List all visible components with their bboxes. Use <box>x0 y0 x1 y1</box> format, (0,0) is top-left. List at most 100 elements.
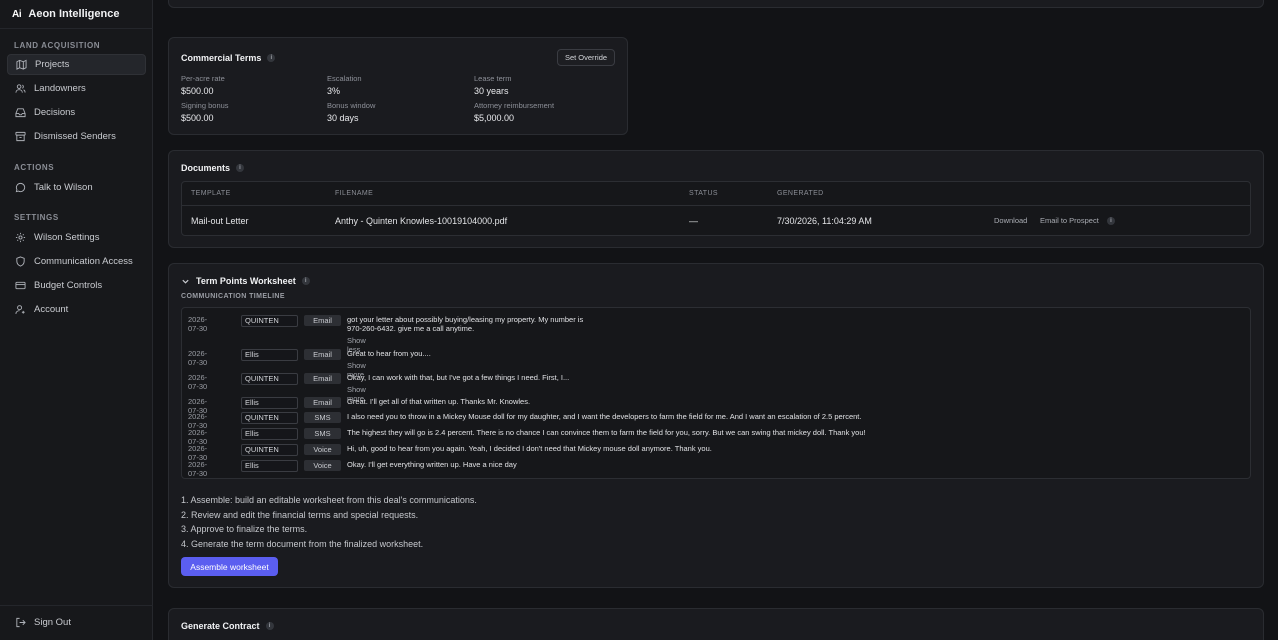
field-lease-term: Lease term 30 years <box>474 74 512 96</box>
gear-icon <box>15 232 26 243</box>
sidebar-item-landowners[interactable]: Landowners <box>7 78 146 99</box>
sidebar-item-label: Decisions <box>34 107 76 118</box>
field-label: Lease term <box>474 74 512 83</box>
entry-message-continued: 970-260-6432. give me a call anytime. <box>347 324 475 333</box>
info-icon[interactable]: i <box>267 54 276 62</box>
section-label-actions: ACTIONS <box>14 163 55 172</box>
sender-name-field[interactable]: QUINTEN <box>241 412 298 424</box>
section-label-land-acquisition: LAND ACQUISITION <box>14 41 101 50</box>
generate-contract-card <box>168 608 1264 640</box>
map-icon <box>16 59 27 70</box>
field-per-acre-rate: Per-acre rate $500.00 <box>181 74 225 96</box>
entry-date: 2026-07-30 <box>188 373 208 391</box>
card-title-text: Documents <box>181 163 231 173</box>
card-title-text: Generate Contract <box>181 621 260 631</box>
channel-badge: SMS <box>304 428 341 439</box>
channel-badge: Voice <box>304 444 341 455</box>
worksheet-title[interactable]: Term Points Worksheet i <box>181 276 310 286</box>
step-item: 1. Assemble: build an editable worksheet… <box>181 495 477 505</box>
channel-badge: Email <box>304 373 341 384</box>
step-item: 4. Generate the term document from the f… <box>181 538 424 549</box>
sign-out-icon <box>16 617 26 628</box>
credit-card-icon <box>15 281 26 290</box>
sender-name-field[interactable]: QUINTEN <box>241 315 298 327</box>
brand[interactable]: Ai Aeon Intelligence <box>12 6 119 22</box>
table-divider <box>181 205 1251 206</box>
entry-message: The highest they will go is 2.4 percent.… <box>347 428 866 437</box>
sender-name-field[interactable]: Ellis <box>241 460 298 472</box>
sidebar-item-wilson-settings[interactable]: Wilson Settings <box>7 227 146 248</box>
field-label: Signing bonus <box>181 101 229 110</box>
assemble-worksheet-button[interactable]: Assemble worksheet <box>181 557 278 576</box>
info-icon[interactable]: i <box>236 164 245 172</box>
sidebar-item-projects[interactable]: Projects <box>7 54 146 75</box>
field-value: 30 days <box>327 113 359 123</box>
brand-logo: Ai <box>12 8 22 20</box>
section-label-settings: SETTINGS <box>14 213 59 222</box>
channel-badge: Email <box>304 315 341 326</box>
sidebar-item-label: Projects <box>35 59 70 70</box>
sidebar-item-label: Account <box>34 304 69 315</box>
cell-filename[interactable]: Anthy - Quinten Knowles-10019104000.pdf <box>335 216 507 226</box>
field-signing-bonus: Signing bonus $500.00 <box>181 101 229 123</box>
cell-generated: 7/30/2026, 11:04:29 AM <box>777 216 872 226</box>
set-override-button[interactable]: Set Override <box>557 49 615 66</box>
user-gear-icon <box>15 305 25 314</box>
brand-name: Aeon Intelligence <box>28 8 120 20</box>
info-icon[interactable]: i <box>265 622 274 630</box>
info-icon[interactable]: i <box>1107 217 1115 225</box>
field-label: Bonus window <box>327 101 376 110</box>
field-value: $500.00 <box>181 86 214 96</box>
cell-status: — <box>689 216 698 226</box>
channel-badge: SMS <box>304 412 341 423</box>
card-title-text: Commercial Terms <box>181 53 262 63</box>
field-value: $500.00 <box>181 113 214 123</box>
sidebar-item-budget-controls[interactable]: Budget Controls <box>7 275 146 296</box>
info-icon[interactable]: i <box>301 277 310 285</box>
sidebar-item-communication-access[interactable]: Communication Access <box>7 251 146 272</box>
download-link[interactable]: Download <box>994 216 1027 225</box>
column-header-template[interactable]: TEMPLATE <box>191 190 231 197</box>
email-to-prospect-link[interactable]: Email to Prospect <box>1040 216 1099 225</box>
column-header-status[interactable]: STATUS <box>689 190 718 197</box>
entry-date: 2026-07-30 <box>188 315 208 333</box>
sidebar-item-dismissed-senders[interactable]: Dismissed Senders <box>7 126 146 147</box>
worksheet-steps: 1. Assemble: build an editable worksheet… <box>181 494 477 552</box>
previous-card <box>168 0 1264 8</box>
column-header-generated[interactable]: GENERATED <box>777 190 824 197</box>
sidebar-item-talk-to-wilson[interactable]: Talk to Wilson <box>7 177 146 198</box>
field-escalation: Escalation 3% <box>327 74 362 96</box>
column-header-filename[interactable]: FILENAME <box>335 190 373 197</box>
inbox-icon <box>15 108 26 118</box>
field-value: $5,000.00 <box>474 113 515 123</box>
documents-title: Documents i <box>181 163 245 173</box>
field-bonus-window: Bonus window 30 days <box>327 101 375 123</box>
commercial-terms-title: Commercial Terms i <box>181 53 276 63</box>
sidebar-item-decisions[interactable]: Decisions <box>7 102 146 123</box>
cell-template: Mail-out Letter <box>191 216 249 226</box>
sender-name-field[interactable]: Ellis <box>241 428 298 440</box>
sender-name-field[interactable]: Ellis <box>241 349 298 361</box>
divider <box>0 28 153 29</box>
chevron-down-icon[interactable] <box>181 277 190 286</box>
field-label: Escalation <box>327 74 362 83</box>
entry-date: 2026-07-30 <box>188 460 208 478</box>
step-item: 2. Review and edit the financial terms a… <box>181 509 419 520</box>
field-label: Per-acre rate <box>181 74 225 83</box>
entry-date: 2026-07-30 <box>188 349 208 367</box>
entry-message: Great to hear from you.... <box>347 349 431 358</box>
divider <box>0 605 153 606</box>
sidebar: Ai Aeon Intelligence LAND ACQUISITION Pr… <box>0 0 153 640</box>
sidebar-item-label: Communication Access <box>34 256 133 267</box>
generate-contract-title: Generate Contract i <box>181 621 274 631</box>
field-value: 3% <box>327 86 341 96</box>
sender-name-field[interactable]: QUINTEN <box>241 373 298 385</box>
sidebar-item-account[interactable]: Account <box>7 299 146 320</box>
field-label: Attorney reimbursement <box>474 101 555 110</box>
sign-out-button[interactable]: Sign Out <box>7 612 146 633</box>
sender-name-field[interactable]: Ellis <box>241 397 298 409</box>
sender-name-field[interactable]: QUINTEN <box>241 444 298 456</box>
timeline-label: COMMUNICATION TIMELINE <box>181 293 285 300</box>
users-icon <box>15 84 26 93</box>
shield-icon <box>16 256 25 267</box>
